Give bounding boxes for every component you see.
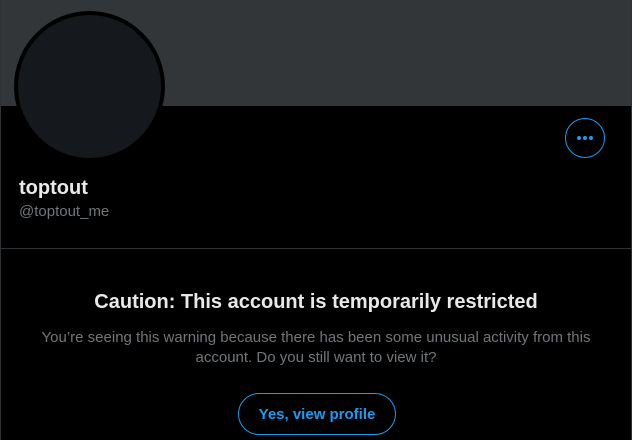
restriction-warning-text: You’re seeing this warning because there… <box>41 329 591 366</box>
divider <box>1 248 631 249</box>
more-options-button[interactable] <box>565 118 605 158</box>
avatar[interactable] <box>18 15 161 158</box>
profile-handle: @toptout_me <box>19 203 110 220</box>
profile-page: toptout @toptout_me Caution: This accoun… <box>0 0 632 440</box>
more-horizontal-icon <box>576 135 594 141</box>
avatar-ring <box>14 11 165 162</box>
view-profile-button[interactable]: Yes, view profile <box>238 393 396 435</box>
profile-display-name: toptout <box>19 177 88 199</box>
restriction-warning-title: Caution: This account is temporarily res… <box>94 291 538 313</box>
